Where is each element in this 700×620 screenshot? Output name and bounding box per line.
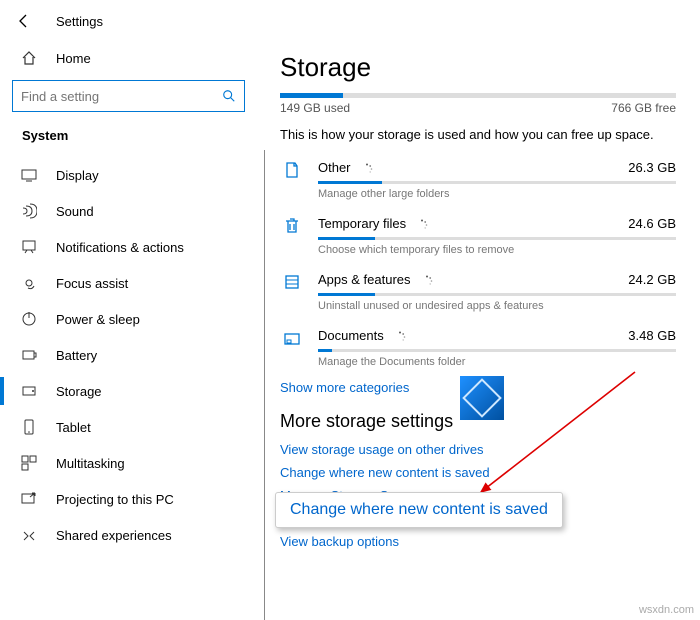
category-other[interactable]: Other 26.3 GB Manage other large folders [280,152,676,208]
link-view-backup-options[interactable]: View backup options [280,534,676,549]
storage-desc: This is how your storage is used and how… [280,127,676,142]
scrollbar[interactable] [264,150,265,620]
nav-label: Storage [56,384,102,399]
back-button[interactable] [12,9,36,33]
free-label: 766 GB free [611,101,676,115]
nav-label: Tablet [56,420,91,435]
sidebar: Home System Display Sound Notifications & … [0,42,258,620]
link-change-where-new-content-is-saved[interactable]: Change where new content is saved [280,465,676,480]
nav-icon [20,347,38,363]
nav-display[interactable]: Display [10,157,247,193]
nav-projecting-to-this-pc[interactable]: Projecting to this PC [10,481,247,517]
nav-icon [20,239,38,255]
nav-label: Multitasking [56,456,125,471]
category-size: 24.2 GB [628,272,676,287]
category-size: 26.3 GB [628,160,676,175]
home-label: Home [56,51,91,66]
nav-label: Projecting to this PC [56,492,174,507]
category-size: 3.48 GB [628,328,676,343]
category-size: 24.6 GB [628,216,676,231]
app-title: Settings [56,14,103,29]
category-apps-features[interactable]: Apps & features 24.2 GB Uninstall unused o… [280,264,676,320]
main-content: Storage 149 GB used 766 GB free This is … [258,42,700,620]
loading-spinner-icon [361,163,373,175]
used-label: 149 GB used [280,101,350,115]
search-icon [222,89,236,103]
category-hint: Manage other large folders [318,188,676,200]
nav-multitasking[interactable]: Multitasking [10,445,247,481]
link-view-storage-usage-on-other-drives[interactable]: View storage usage on other drives [280,442,676,457]
category-name: Apps & features [318,272,433,287]
category-hint: Manage the Documents folder [318,356,676,368]
nav-battery[interactable]: Battery [10,337,247,373]
nav-focus-assist[interactable]: Focus assist [10,265,247,301]
watermark: wsxdn.com [639,604,694,616]
loading-spinner-icon [416,219,428,231]
category-icon [280,217,304,235]
nav-icon [20,455,38,471]
nav-label: Power & sleep [56,312,140,327]
nav-label: Notifications & actions [56,240,184,255]
page-title: Storage [280,52,676,83]
nav-icon [20,491,38,507]
search-field[interactable] [21,89,222,104]
category-icon [280,329,304,347]
loading-spinner-icon [394,331,406,343]
category-hint: Uninstall unused or undesired apps & fea… [318,300,676,312]
nav-storage[interactable]: Storage [10,373,247,409]
category-name: Documents [318,328,406,343]
category-name: Other [318,160,373,175]
nav-power-sleep[interactable]: Power & sleep [10,301,247,337]
loading-spinner-icon [421,275,433,287]
category-documents[interactable]: Documents 3.48 GB Manage the Documents fol… [280,320,676,376]
category-icon [280,273,304,291]
section-label: System [22,128,235,143]
nav-icon [20,383,38,399]
category-name: Temporary files [318,216,428,231]
nav-label: Shared experiences [56,528,172,543]
search-input[interactable] [12,80,245,112]
nav-shared-experiences[interactable]: Shared experiences [10,517,247,553]
nav-icon [20,419,38,435]
nav-sound[interactable]: Sound [10,193,247,229]
home-icon [20,50,38,66]
nav-icon [20,203,38,219]
home-nav[interactable]: Home [10,42,247,74]
logo-overlay [460,376,504,420]
category-temporary-files[interactable]: Temporary files 24.6 GB Choose which tempo… [280,208,676,264]
category-icon [280,161,304,179]
category-hint: Choose which temporary files to remove [318,244,676,256]
nav-label: Display [56,168,99,183]
nav-notifications-actions[interactable]: Notifications & actions [10,229,247,265]
storage-bar [280,93,676,98]
nav-icon [20,311,38,327]
nav-icon [20,167,38,183]
nav-label: Sound [56,204,94,219]
nav-label: Battery [56,348,97,363]
callout-highlight: Change where new content is saved [275,492,563,528]
nav-icon [20,527,38,543]
nav-label: Focus assist [56,276,128,291]
nav-tablet[interactable]: Tablet [10,409,247,445]
nav-icon [20,275,38,291]
